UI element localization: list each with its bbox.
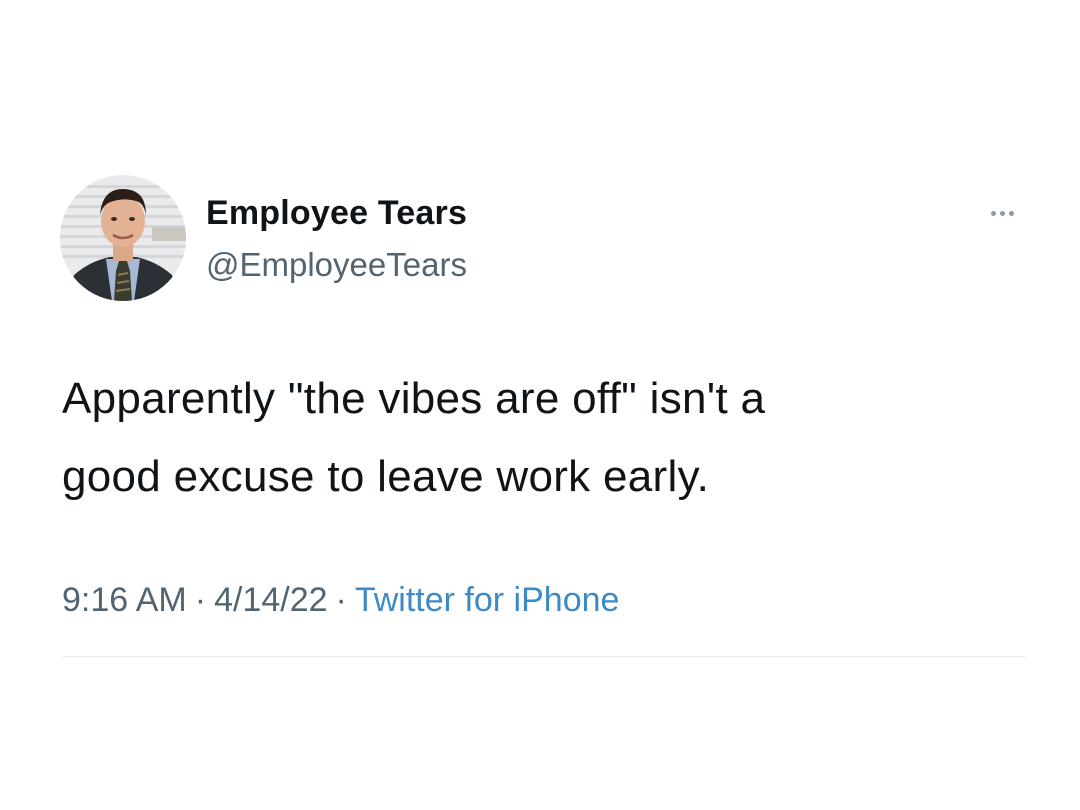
avatar-image bbox=[60, 175, 186, 301]
meta-separator: · bbox=[194, 581, 207, 619]
tweet-date[interactable]: 4/14/22 bbox=[214, 581, 327, 619]
more-options-button[interactable] bbox=[979, 200, 1025, 226]
user-handle[interactable]: @EmployeeTears bbox=[206, 244, 467, 286]
tweet-card: Employee Tears @EmployeeTears Apparently… bbox=[0, 0, 1080, 810]
display-name[interactable]: Employee Tears bbox=[206, 192, 467, 234]
tweet-time[interactable]: 9:16 AM bbox=[62, 581, 187, 619]
tweet-source-link[interactable]: Twitter for iPhone bbox=[355, 581, 620, 619]
more-options-icon bbox=[990, 210, 1014, 216]
avatar[interactable] bbox=[60, 175, 186, 301]
divider bbox=[62, 656, 1026, 657]
meta-separator: · bbox=[335, 581, 347, 619]
tweet-text: Apparently "the vibes are off" isn't a g… bbox=[62, 374, 766, 501]
tweet-meta: 9:16 AM · 4/14/22 · Twitter for iPhone bbox=[62, 578, 619, 622]
